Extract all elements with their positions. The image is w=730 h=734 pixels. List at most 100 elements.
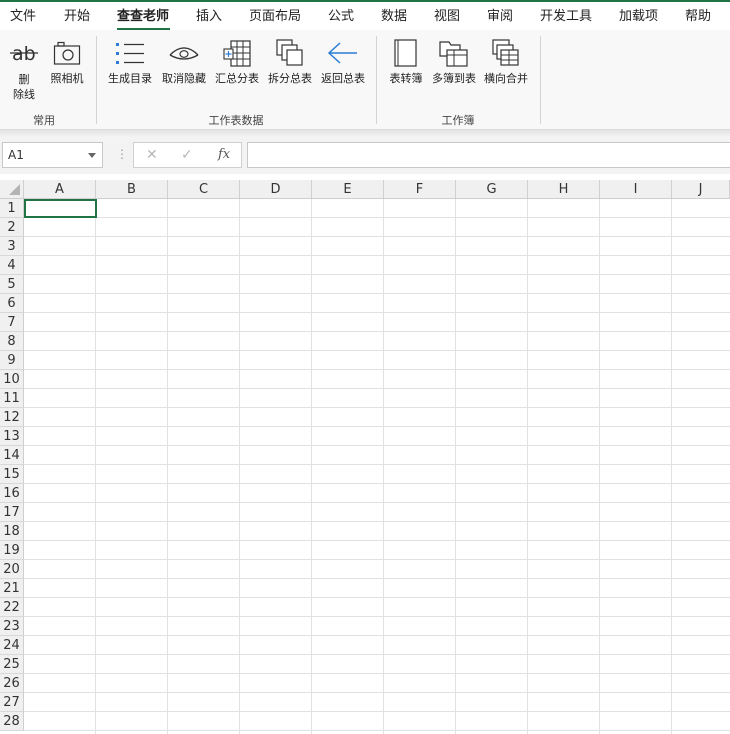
tab-view[interactable]: 视图 (434, 9, 460, 25)
column-header-g[interactable]: G (456, 180, 528, 199)
tab-page-layout[interactable]: 页面布局 (249, 9, 301, 25)
row-header-11[interactable]: 11 (0, 389, 24, 408)
column-gridline (527, 199, 528, 734)
row-header-17[interactable]: 17 (0, 503, 24, 522)
row-header-14[interactable]: 14 (0, 446, 24, 465)
row-gridline (24, 464, 730, 465)
chevron-down-icon[interactable] (88, 153, 96, 158)
column-header-e[interactable]: E (312, 180, 384, 199)
group-label-common: 常用 (33, 114, 55, 127)
row-header-8[interactable]: 8 (0, 332, 24, 351)
group-divider (540, 36, 541, 124)
row-gridline (24, 217, 730, 218)
column-gridline (167, 199, 168, 734)
row-gridline (24, 597, 730, 598)
group-divider (96, 36, 97, 124)
tab-formulas[interactable]: 公式 (328, 9, 354, 25)
row-header-5[interactable]: 5 (0, 275, 24, 294)
row-header-25[interactable]: 25 (0, 655, 24, 674)
books-to-sheet-button[interactable]: 多簿到表 (428, 34, 480, 104)
row-header-16[interactable]: 16 (0, 484, 24, 503)
column-gridline (383, 199, 384, 734)
unhide-button[interactable]: 取消隐藏 (158, 34, 210, 104)
sheets-merge-icon (223, 40, 251, 67)
camera-icon (53, 41, 81, 65)
summarize-sheets-label: 汇总分表 (215, 72, 259, 85)
split-sheet-button[interactable]: 拆分总表 (264, 34, 316, 104)
column-header-c[interactable]: C (168, 180, 240, 199)
spreadsheet-grid[interactable]: A B C D E F G H I J 1 2 3 4 5 6 7 8 9 10 11 12 13 14 15 16 17 18 19 2… (0, 180, 730, 734)
formula-bar-grip-icon[interactable]: ⋮ (116, 147, 128, 161)
column-header-h[interactable]: H (528, 180, 600, 199)
group-label-sheet-data: 工作表数据 (208, 114, 264, 127)
active-cell-a1[interactable] (24, 199, 97, 218)
row-header-22[interactable]: 22 (0, 598, 24, 617)
row-header-18[interactable]: 18 (0, 522, 24, 541)
tab-file[interactable]: 文件 (10, 9, 36, 25)
tab-chachalaoshi[interactable]: 查查老师 (117, 9, 169, 25)
ribbon: ab 删 除线 照相机 常用 生成目录 取消隐藏 汇总分表 拆分总表 返回总表 … (0, 30, 730, 130)
tab-data[interactable]: 数据 (381, 9, 407, 25)
row-header-9[interactable]: 9 (0, 351, 24, 370)
row-header-15[interactable]: 15 (0, 465, 24, 484)
sheet-to-book-button[interactable]: 表转簿 (384, 34, 428, 104)
row-header-4[interactable]: 4 (0, 256, 24, 275)
row-header-28[interactable]: 28 (0, 712, 24, 731)
cancel-icon[interactable]: ✕ (146, 147, 158, 163)
row-header-12[interactable]: 12 (0, 408, 24, 427)
tab-help[interactable]: 帮助 (685, 9, 711, 25)
camera-label: 照相机 (50, 72, 84, 85)
row-header-19[interactable]: 19 (0, 541, 24, 560)
row-gridline (24, 502, 730, 503)
column-gridline (455, 199, 456, 734)
column-header-a[interactable]: A (24, 180, 96, 199)
row-header-24[interactable]: 24 (0, 636, 24, 655)
sheet-to-book-label: 表转簿 (389, 72, 423, 85)
column-header-b[interactable]: B (96, 180, 168, 199)
column-header-f[interactable]: F (384, 180, 456, 199)
tab-review[interactable]: 审阅 (487, 9, 513, 25)
row-gridline (24, 350, 730, 351)
column-header-d[interactable]: D (240, 180, 312, 199)
insert-function-icon[interactable]: fx (218, 147, 230, 163)
summarize-sheets-button[interactable]: 汇总分表 (211, 34, 263, 104)
row-gridline (24, 407, 730, 408)
tab-developer[interactable]: 开发工具 (540, 9, 592, 25)
row-gridline (24, 331, 730, 332)
row-header-6[interactable]: 6 (0, 294, 24, 313)
row-header-1[interactable]: 1 (0, 199, 24, 218)
generate-toc-button[interactable]: 生成目录 (104, 34, 156, 104)
tab-insert[interactable]: 插入 (196, 9, 222, 25)
row-header-26[interactable]: 26 (0, 674, 24, 693)
select-all-button[interactable] (0, 180, 24, 199)
horizontal-merge-button[interactable]: 横向合并 (480, 34, 532, 104)
row-header-20[interactable]: 20 (0, 560, 24, 579)
row-gridline (24, 521, 730, 522)
row-gridline (24, 426, 730, 427)
ribbon-bottom-shadow (0, 130, 730, 138)
row-header-10[interactable]: 10 (0, 370, 24, 389)
row-header-23[interactable]: 23 (0, 617, 24, 636)
row-header-21[interactable]: 21 (0, 579, 24, 598)
return-to-summary-button[interactable]: 返回总表 (317, 34, 369, 104)
row-header-3[interactable]: 3 (0, 237, 24, 256)
name-box[interactable]: A1 (2, 142, 103, 168)
row-header-7[interactable]: 7 (0, 313, 24, 332)
row-header-27[interactable]: 27 (0, 693, 24, 712)
camera-button[interactable]: 照相机 (46, 34, 88, 104)
unhide-label: 取消隐藏 (162, 72, 206, 85)
arrow-left-icon (327, 42, 357, 64)
row-header-13[interactable]: 13 (0, 427, 24, 446)
row-gridline (24, 692, 730, 693)
tab-addins[interactable]: 加载项 (619, 9, 658, 25)
column-header-j[interactable]: J (672, 180, 730, 199)
column-header-i[interactable]: I (600, 180, 672, 199)
row-gridline (24, 540, 730, 541)
row-header-2[interactable]: 2 (0, 218, 24, 237)
column-gridline (95, 199, 96, 734)
formula-input[interactable] (247, 142, 730, 168)
strikethrough-button[interactable]: ab 删 除线 (5, 34, 43, 104)
enter-icon[interactable]: ✓ (181, 147, 193, 163)
books-to-sheet-label: 多簿到表 (432, 72, 476, 85)
tab-home[interactable]: 开始 (64, 9, 90, 25)
